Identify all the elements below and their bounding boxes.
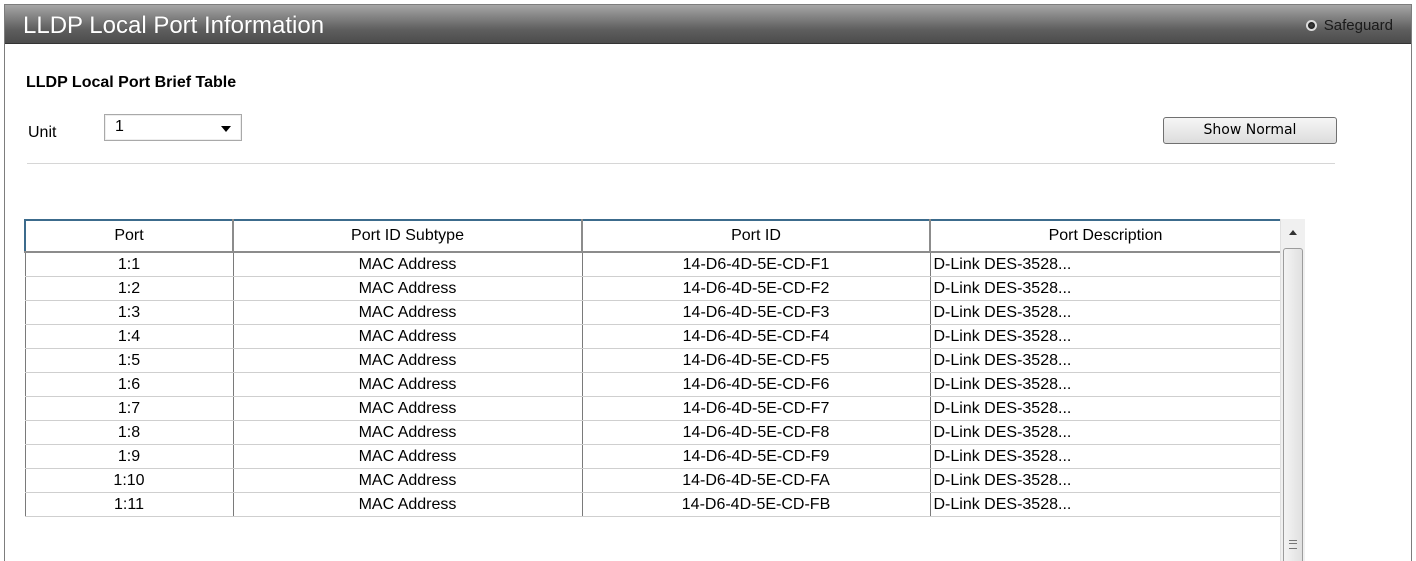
safeguard-indicator: Safeguard (1305, 17, 1393, 34)
table-row: 1:2 MAC Address 14-D6-4D-5E-CD-F2 D-Link DE… (24, 276, 1282, 301)
cell-port-id: 14-D6-4D-5E-CD-F1 (581, 252, 931, 277)
chevron-down-icon (221, 126, 231, 132)
cell-port: 1:5 (24, 348, 234, 373)
table-row: 1:6 MAC Address 14-D6-4D-5E-CD-F6 D-Link DE… (24, 372, 1282, 397)
cell-port-description: D-Link DES-3528... (929, 300, 1282, 325)
cell-port-id-subtype: MAC Address (232, 276, 583, 301)
safeguard-status-icon (1305, 20, 1317, 31)
table-row: 1:10 MAC Address 14-D6-4D-5E-CD-FA D-Link D… (24, 468, 1282, 493)
cell-port: 1:11 (24, 492, 234, 517)
cell-port: 1:1 (24, 252, 234, 277)
show-normal-button[interactable]: Show Normal (1163, 117, 1337, 144)
cell-port-description: D-Link DES-3528... (929, 396, 1282, 421)
cell-port: 1:2 (24, 276, 234, 301)
cell-port-id-subtype: MAC Address (232, 492, 583, 517)
cell-port-description: D-Link DES-3528... (929, 444, 1282, 469)
cell-port-description: D-Link DES-3528... (929, 348, 1282, 373)
cell-port-id-subtype: MAC Address (232, 372, 583, 397)
cell-port: 1:6 (24, 372, 234, 397)
cell-port-id: 14-D6-4D-5E-CD-F6 (581, 372, 931, 397)
cell-port-id: 14-D6-4D-5E-CD-FB (581, 492, 931, 517)
cell-port-id-subtype: MAC Address (232, 420, 583, 445)
port-brief-table-container: Port Port ID Subtype Port ID Port Descri… (24, 219, 1308, 561)
grip-icon (1289, 540, 1297, 549)
table-row: 1:11 MAC Address 14-D6-4D-5E-CD-FB D-Link D… (24, 492, 1282, 517)
page-title: LLDP Local Port Information (23, 12, 325, 39)
table-row: 1:3 MAC Address 14-D6-4D-5E-CD-F3 D-Link DE… (24, 300, 1282, 325)
cell-port-id: 14-D6-4D-5E-CD-F5 (581, 348, 931, 373)
section-title: LLDP Local Port Brief Table (26, 74, 237, 91)
cell-port: 1:3 (24, 300, 234, 325)
cell-port-id-subtype: MAC Address (232, 252, 583, 277)
cell-port-description: D-Link DES-3528... (929, 276, 1282, 301)
cell-port-id-subtype: MAC Address (232, 468, 583, 493)
cell-port-description: D-Link DES-3528... (929, 252, 1282, 277)
unit-selected-value: 1 (115, 118, 124, 135)
port-brief-table: Port Port ID Subtype Port ID Port Descri… (24, 219, 1282, 517)
unit-label: Unit (28, 124, 57, 141)
cell-port: 1:4 (24, 324, 234, 349)
cell-port-id: 14-D6-4D-5E-CD-F3 (581, 300, 931, 325)
table-row: 1:5 MAC Address 14-D6-4D-5E-CD-F5 D-Link DE… (24, 348, 1282, 373)
cell-port-id-subtype: MAC Address (232, 444, 583, 469)
cell-port-id: 14-D6-4D-5E-CD-F7 (581, 396, 931, 421)
cell-port: 1:8 (24, 420, 234, 445)
cell-port-description: D-Link DES-3528... (929, 492, 1282, 517)
cell-port-id: 14-D6-4D-5E-CD-F9 (581, 444, 931, 469)
column-header-port-id-subtype: Port ID Subtype (232, 219, 583, 253)
column-header-port-description: Port Description (929, 219, 1282, 253)
table-row: 1:7 MAC Address 14-D6-4D-5E-CD-F7 D-Link DE… (24, 396, 1282, 421)
table-row: 1:9 MAC Address 14-D6-4D-5E-CD-F9 D-Link DE… (24, 444, 1282, 469)
cell-port-description: D-Link DES-3528... (929, 468, 1282, 493)
scroll-thumb[interactable] (1283, 248, 1303, 561)
table-scrollbar[interactable] (1280, 219, 1305, 561)
title-bar: LLDP Local Port Information Safeguard (5, 5, 1411, 44)
cell-port-id-subtype: MAC Address (232, 300, 583, 325)
cell-port-description: D-Link DES-3528... (929, 420, 1282, 445)
column-header-port-id: Port ID (581, 219, 931, 253)
divider (27, 163, 1335, 164)
cell-port: 1:10 (24, 468, 234, 493)
cell-port-id-subtype: MAC Address (232, 324, 583, 349)
table-row: 1:4 MAC Address 14-D6-4D-5E-CD-F4 D-Link DE… (24, 324, 1282, 349)
table-header-row: Port Port ID Subtype Port ID Port Descri… (24, 219, 1282, 253)
cell-port-id: 14-D6-4D-5E-CD-F4 (581, 324, 931, 349)
unit-select[interactable]: 1 (104, 114, 242, 141)
cell-port-id: 14-D6-4D-5E-CD-F8 (581, 420, 931, 445)
cell-port-id: 14-D6-4D-5E-CD-F2 (581, 276, 931, 301)
cell-port-id-subtype: MAC Address (232, 348, 583, 373)
cell-port-description: D-Link DES-3528... (929, 324, 1282, 349)
cell-port-id-subtype: MAC Address (232, 396, 583, 421)
cell-port-description: D-Link DES-3528... (929, 372, 1282, 397)
column-header-port: Port (24, 219, 234, 253)
safeguard-label: Safeguard (1323, 17, 1393, 34)
table-row: 1:1 MAC Address 14-D6-4D-5E-CD-F1 D-Link DE… (24, 252, 1282, 277)
cell-port: 1:7 (24, 396, 234, 421)
cell-port-id: 14-D6-4D-5E-CD-FA (581, 468, 931, 493)
scroll-up-arrow-icon[interactable] (1281, 219, 1305, 247)
cell-port: 1:9 (24, 444, 234, 469)
table-row: 1:8 MAC Address 14-D6-4D-5E-CD-F8 D-Link DE… (24, 420, 1282, 445)
